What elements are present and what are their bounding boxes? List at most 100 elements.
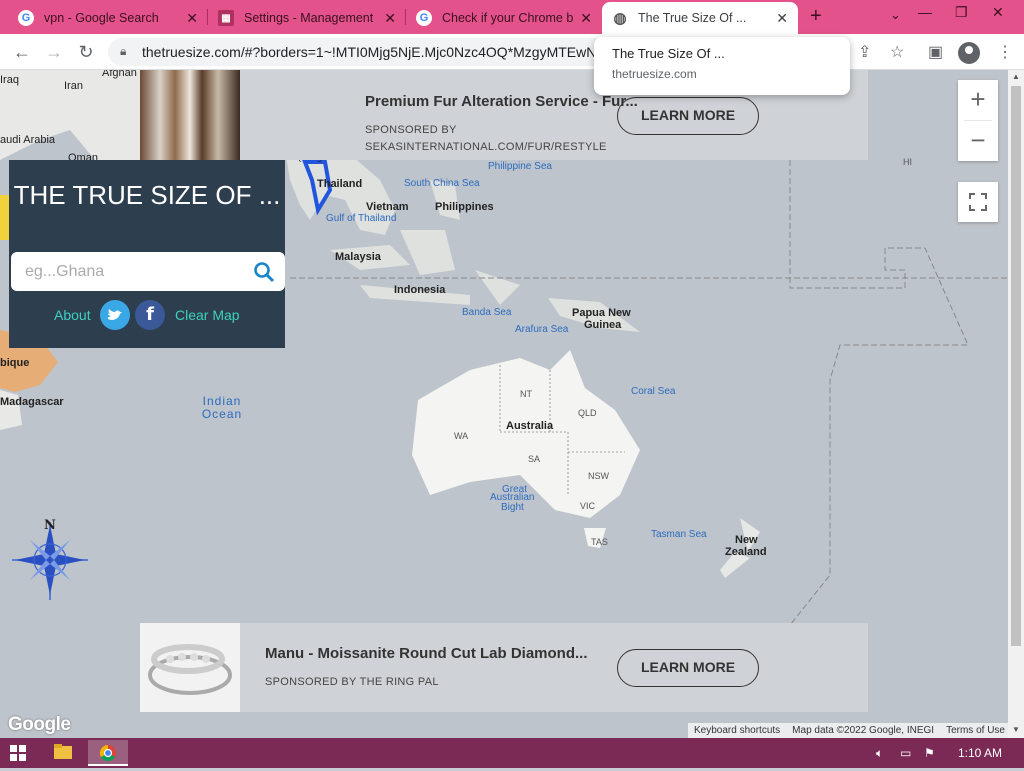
map-label: Indian Ocean [201,394,243,421]
back-icon[interactable]: ← [10,40,34,64]
new-tab-button[interactable]: + [810,5,822,28]
tab-vpn-search[interactable]: G vpn - Google Search ✕ [8,2,208,34]
lock-icon[interactable]: 🔒︎ [120,44,126,59]
globe-icon: ◍ [613,10,627,27]
map-label: New [735,534,758,546]
ad-banner-bottom[interactable]: Manu - Moissanite Round Cut Lab Diamond.… [140,623,868,712]
map-label: TAS [591,537,608,547]
network-icon[interactable]: ▭ [900,746,911,760]
map-data-text: Map data ©2022 Google, INEGI [792,725,935,736]
map-label: Malaysia [335,251,381,263]
map-label: Zealand [725,546,767,558]
tab-search-chevron-icon[interactable]: ⌄ [890,7,901,23]
ad-sponsor: SPONSORED BY [365,124,457,136]
google-logo: Google [8,714,71,735]
close-icon[interactable]: ✕ [776,10,788,27]
zoom-out-button[interactable]: − [958,121,998,161]
map-label: bique [0,357,30,369]
windows-taskbar: 🔈︎ ▭ ⚑ 1:10 AM [0,738,1024,768]
settings-icon: ▦ [218,10,234,26]
map-label: South China Sea [404,178,480,189]
clear-map-link[interactable]: Clear Map [175,307,240,323]
terms-of-use-link[interactable]: Terms of Use [940,723,1008,738]
volume-muted-icon[interactable]: 🔈︎ [876,746,883,761]
close-icon[interactable]: ✕ [580,10,592,27]
map-label: Papua New [572,307,631,319]
browser-toolbar: ← → ↻ 🔒︎ thetruesize.com/#?borders=1~!MT… [0,34,1024,70]
zoom-in-button[interactable]: + [958,80,998,120]
menu-kebab-icon[interactable]: ⋮ [997,42,1013,62]
window-close-icon[interactable]: ✕ [992,4,1004,21]
map-label: Banda Sea [462,307,512,318]
map-label: Thailand [317,178,363,190]
close-icon[interactable]: ✕ [384,10,396,27]
chrome-taskbar-icon[interactable] [88,740,128,766]
compass-north-label: N [44,518,56,533]
true-size-panel: THE TRUE SIZE OF ... About f Clear Map [9,160,285,348]
zoom-control: + − [958,80,998,161]
minimize-icon[interactable]: — [918,4,932,20]
tab-check-chrome[interactable]: G Check if your Chrome br ✕ [406,2,602,34]
learn-more-button[interactable]: LEARN MORE [617,649,759,687]
taskbar-clock[interactable]: 1:10 AM [958,746,1002,760]
bookmark-star-icon[interactable]: ☆ [890,42,904,62]
tab-title: Check if your Chrome br [442,11,575,25]
map-label: Indonesia [394,284,446,296]
learn-more-button[interactable]: LEARN MORE [617,97,759,135]
search-icon[interactable] [253,261,275,283]
ad-ring-image[interactable] [140,623,240,712]
tab-strip: G vpn - Google Search ✕ ▦ Settings - Man… [0,0,1024,34]
restore-icon[interactable]: ❐ [955,4,968,21]
map-label: Vietnam [366,201,409,213]
tab-true-size[interactable]: ◍ The True Size Of ... ✕ [602,2,798,34]
tab-hover-card: The True Size Of ... thetruesize.com [594,37,850,95]
tab-title: vpn - Google Search [44,11,159,25]
hover-card-title: The True Size Of ... [612,46,725,61]
notification-error-icon[interactable]: ⚑ [924,746,935,760]
map-label: NT [520,389,532,399]
map-label: Bight [501,502,524,513]
facebook-icon[interactable]: f [135,300,165,330]
ad-sponsor-url[interactable]: SEKASINTERNATIONAL.COM/FUR/RESTYLE [365,141,607,153]
scroll-down-icon[interactable]: ▼ [1012,725,1020,734]
about-link[interactable]: About [54,307,91,323]
hover-card-url: thetruesize.com [612,67,697,81]
forward-icon[interactable]: → [42,40,66,64]
tab-title: The True Size Of ... [638,11,747,25]
map-label: QLD [578,408,597,418]
twitter-icon[interactable] [100,300,130,330]
map-label: Philippine Sea [488,161,552,172]
reload-icon[interactable]: ↻ [74,40,98,64]
fullscreen-icon [969,193,987,211]
windows-start-icon[interactable] [10,745,26,761]
side-panel-icon[interactable]: ▣ [928,42,943,62]
share-icon[interactable]: ⇪ [858,42,871,62]
vertical-scrollbar[interactable]: ▲ ▼ [1008,70,1024,738]
map-label: SA [528,454,541,464]
map-label: HI [903,157,912,167]
map-label: Madagascar [0,396,64,408]
ad-fur-image[interactable] [140,70,240,160]
country-search-input[interactable] [11,252,285,291]
map-label: Gulf of Thailand [326,213,397,224]
ad-title[interactable]: Premium Fur Alteration Service - Fur... [365,93,638,110]
profile-avatar[interactable] [958,42,980,64]
map-label: Coral Sea [631,386,676,397]
ring-image [140,623,240,712]
tab-settings-management[interactable]: ▦ Settings - Management ✕ [208,2,406,34]
fullscreen-button[interactable] [958,182,998,222]
file-explorer-icon[interactable] [42,740,82,766]
url-text[interactable]: thetruesize.com/#?borders=1~!MTI0Mjg5NjE… [142,44,602,60]
tab-title: Settings - Management [244,11,374,25]
keyboard-shortcuts-link[interactable]: Keyboard shortcuts [688,723,786,738]
close-icon[interactable]: ✕ [186,10,198,27]
scrollbar-thumb[interactable] [1011,86,1021,646]
ad-title[interactable]: Manu - Moissanite Round Cut Lab Diamond.… [265,645,588,662]
map-label: VIC [580,501,596,511]
google-icon: G [18,10,34,26]
map-attribution-bar: Keyboard shortcuts Map data ©2022 Google… [688,723,1008,738]
scroll-up-icon[interactable]: ▲ [1012,72,1020,81]
map-label: Iran [64,80,83,92]
map-label: Tasman Sea [651,529,707,540]
map-canvas[interactable]: Iraq Iran Afghan audi Arabia Oman (Bang … [0,70,1008,738]
